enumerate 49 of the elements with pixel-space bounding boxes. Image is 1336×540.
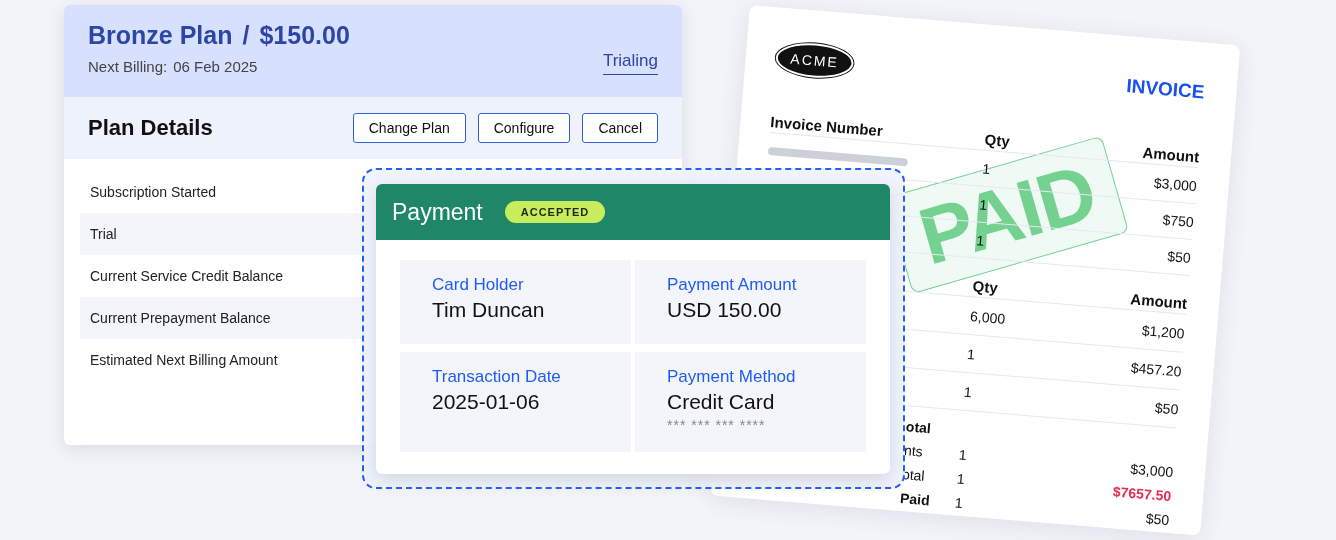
next-billing-label: Next Billing: (88, 58, 168, 75)
column-header: Amount (1140, 142, 1200, 165)
detail-label: Trial (90, 226, 117, 242)
separator: / (242, 21, 250, 50)
plan-name: Bronze Plan (88, 21, 233, 50)
field-value: 2025-01-06 (432, 390, 540, 414)
field-label: Transaction Date (432, 367, 561, 387)
field-label: Card Holder (432, 275, 524, 295)
column-header: Amount (1128, 288, 1188, 312)
amount-cell-text: $750 (1161, 210, 1195, 230)
column-header: Invoice Number (769, 112, 885, 141)
payment-title: Payment (392, 198, 483, 226)
amount-cell-text: $3,000 (1128, 459, 1174, 481)
detail-label: Current Prepayment Balance (90, 310, 271, 326)
amount-cell-text: $50 (1165, 246, 1192, 266)
masked-card-number: *** *** *** **** (667, 417, 766, 433)
field-value: USD 150.00 (667, 298, 782, 322)
field-label: Payment Amount (667, 275, 797, 295)
invoice-title: INVOICE (1125, 75, 1206, 104)
summary-label: otal (904, 417, 933, 439)
qty-cell-text: 1 (963, 383, 974, 402)
status-badge: ACCEPTED (504, 201, 606, 223)
amount-cell-text: $50 (1153, 398, 1179, 417)
summary-label: otal (900, 465, 927, 486)
section-heading: Plan Details (88, 115, 213, 141)
amount-cell-text: $7657.50 (1111, 482, 1172, 505)
next-billing-date: 06 Feb 2025 (173, 58, 258, 75)
summary-label: Paid (898, 489, 932, 511)
amount-cell-text: $50 (1144, 509, 1170, 529)
status-link[interactable]: Trialing (602, 51, 658, 75)
amount-cell-text: $457.20 (1129, 357, 1183, 380)
detail-label: Estimated Next Billing Amount (90, 352, 278, 368)
qty-cell-text: 1 (954, 494, 965, 514)
detail-label: Subscription Started (90, 184, 217, 200)
amount-cell-text: $1,200 (1140, 320, 1186, 342)
qty-cell-text: 1 (958, 446, 969, 466)
qty-cell-text: 1 (956, 470, 967, 490)
qty-cell-text: 6,000 (969, 307, 1007, 328)
plan-action-button[interactable]: Change Plan (352, 113, 466, 143)
amount-cell-text: $3,000 (1152, 173, 1198, 194)
summary-label: nts (902, 441, 925, 462)
qty-cell-text: 1 (966, 345, 977, 365)
field-label: Payment Method (667, 367, 796, 387)
field-value: Credit Card (667, 390, 775, 414)
plan-action-button[interactable]: Cancel (582, 113, 658, 143)
detail-label: Current Service Credit Balance (90, 268, 283, 284)
plan-action-button[interactable]: Configure (477, 113, 571, 143)
field-value: Tim Duncan (432, 298, 545, 322)
plan-price: $150.00 (259, 21, 350, 50)
